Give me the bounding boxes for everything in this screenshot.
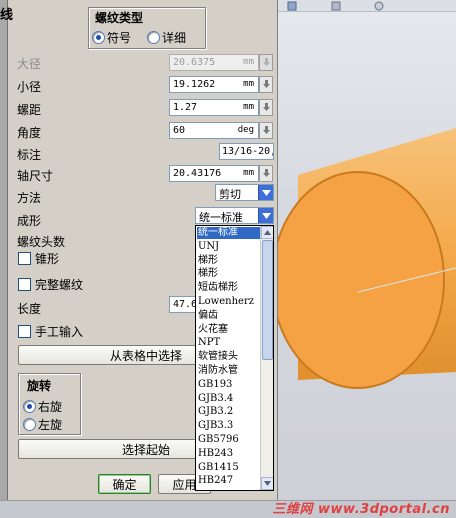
pitch-label: 螺距 — [17, 103, 42, 117]
callout-field[interactable]: 13/16-20, — [219, 143, 274, 160]
radio-dot-icon — [23, 400, 36, 413]
angle-spin-icon[interactable] — [259, 122, 273, 139]
dropdown-option[interactable]: Lowenherz — [197, 296, 260, 308]
dropdown-option[interactable]: 偏齿 — [197, 310, 260, 322]
graphics-viewport[interactable] — [278, 0, 456, 518]
cylinder-model[interactable] — [278, 0, 456, 518]
checkbox-box-icon — [18, 325, 31, 338]
thread-type-group: 螺纹类型 符号 详细 — [88, 7, 206, 49]
taper-checkbox[interactable]: 锥形 — [18, 250, 59, 267]
dropdown-option[interactable]: 消防水管 — [197, 365, 260, 377]
dropdown-option[interactable]: 软管接头 — [197, 351, 260, 363]
manual-input-checkbox[interactable]: 手工输入 — [18, 323, 83, 340]
minor-diameter-field[interactable]: 19.1262 mm — [169, 76, 259, 93]
scroll-up-icon[interactable] — [261, 226, 273, 239]
angle-field[interactable]: 60 deg — [169, 122, 259, 139]
thread-starts-label: 螺纹头数 — [17, 235, 66, 249]
callout-label: 标注 — [17, 148, 42, 162]
shaft-size-label: 轴尺寸 — [17, 169, 54, 183]
thread-type-detailed-radio[interactable]: 详细 — [147, 29, 186, 46]
dialog-title-fragment: 线 — [0, 8, 14, 23]
method-select[interactable]: 剪切 — [215, 184, 274, 201]
dropdown-option[interactable]: GB193 — [197, 379, 260, 391]
dropdown-option[interactable]: 统一标准 — [197, 227, 260, 239]
radio-dot-icon — [23, 418, 36, 431]
dropdown-scrollbar[interactable] — [260, 226, 273, 490]
form-select[interactable]: 统一标准 — [195, 207, 274, 224]
dropdown-option[interactable]: GJB3.3 — [197, 420, 260, 432]
watermark: 三维网 www.3dportal.cn — [272, 502, 450, 517]
rotation-group: 旋转 右旋 左旋 — [18, 373, 81, 435]
dropdown-option[interactable]: NPT — [197, 337, 260, 349]
form-label: 成形 — [17, 214, 42, 228]
checkbox-box-icon — [18, 252, 31, 265]
dropdown-option[interactable]: HB243 — [197, 448, 260, 460]
thread-type-symbolic-radio[interactable]: 符号 — [92, 29, 131, 46]
method-label: 方法 — [17, 191, 42, 205]
ok-button[interactable]: 确定 — [98, 474, 151, 494]
rotation-title: 旋转 — [27, 379, 52, 393]
dropdown-option[interactable]: 梯形 — [197, 255, 260, 267]
thread-type-title: 螺纹类型 — [95, 11, 144, 25]
radio-dot-icon — [92, 31, 105, 44]
dropdown-option[interactable]: GJB3.2 — [197, 406, 260, 418]
full-thread-checkbox[interactable]: 完整螺纹 — [18, 276, 83, 293]
dropdown-option[interactable]: GB5796 — [197, 434, 260, 446]
length-label: 长度 — [17, 302, 42, 316]
dropdown-option[interactable]: GJB3.4 — [197, 393, 260, 405]
dropdown-option[interactable]: 短齿梯形 — [197, 282, 260, 294]
chevron-down-icon — [258, 185, 273, 200]
chevron-down-icon — [258, 208, 273, 223]
dropdown-option[interactable]: 梯形 — [197, 268, 260, 280]
minor-diameter-label: 小径 — [17, 80, 42, 94]
scrollbar-thumb[interactable] — [262, 240, 273, 360]
minor-diameter-spin-icon[interactable] — [259, 76, 273, 93]
checkbox-box-icon — [18, 278, 31, 291]
dropdown-option[interactable]: GB1415 — [197, 462, 260, 474]
angle-label: 角度 — [17, 126, 42, 140]
pitch-spin-icon[interactable] — [259, 99, 273, 116]
dropdown-option[interactable]: 火花塞 — [197, 324, 260, 336]
dropdown-option[interactable]: UNJ — [197, 241, 260, 253]
scroll-down-icon[interactable] — [261, 477, 273, 490]
major-diameter-spin-icon — [259, 54, 273, 71]
shaft-size-spin-icon[interactable] — [259, 165, 273, 182]
right-hand-radio[interactable]: 右旋 — [23, 398, 62, 415]
pitch-field[interactable]: 1.27 mm — [169, 99, 259, 116]
dialog-side-strip — [0, 0, 8, 500]
dropdown-option[interactable]: HB247 — [197, 475, 260, 487]
shaft-size-field[interactable]: 20.43176 mm — [169, 165, 259, 182]
radio-dot-icon — [147, 31, 160, 44]
left-hand-radio[interactable]: 左旋 — [23, 416, 62, 433]
major-diameter-label: 大径 — [17, 57, 42, 71]
form-dropdown-list[interactable]: 统一标准 UNJ 梯形 梯形短齿梯形 Lowenherz 偏齿火花塞 NPT 软管接头消防水管… — [195, 225, 274, 491]
major-diameter-field: 20.6375 mm — [169, 54, 259, 71]
